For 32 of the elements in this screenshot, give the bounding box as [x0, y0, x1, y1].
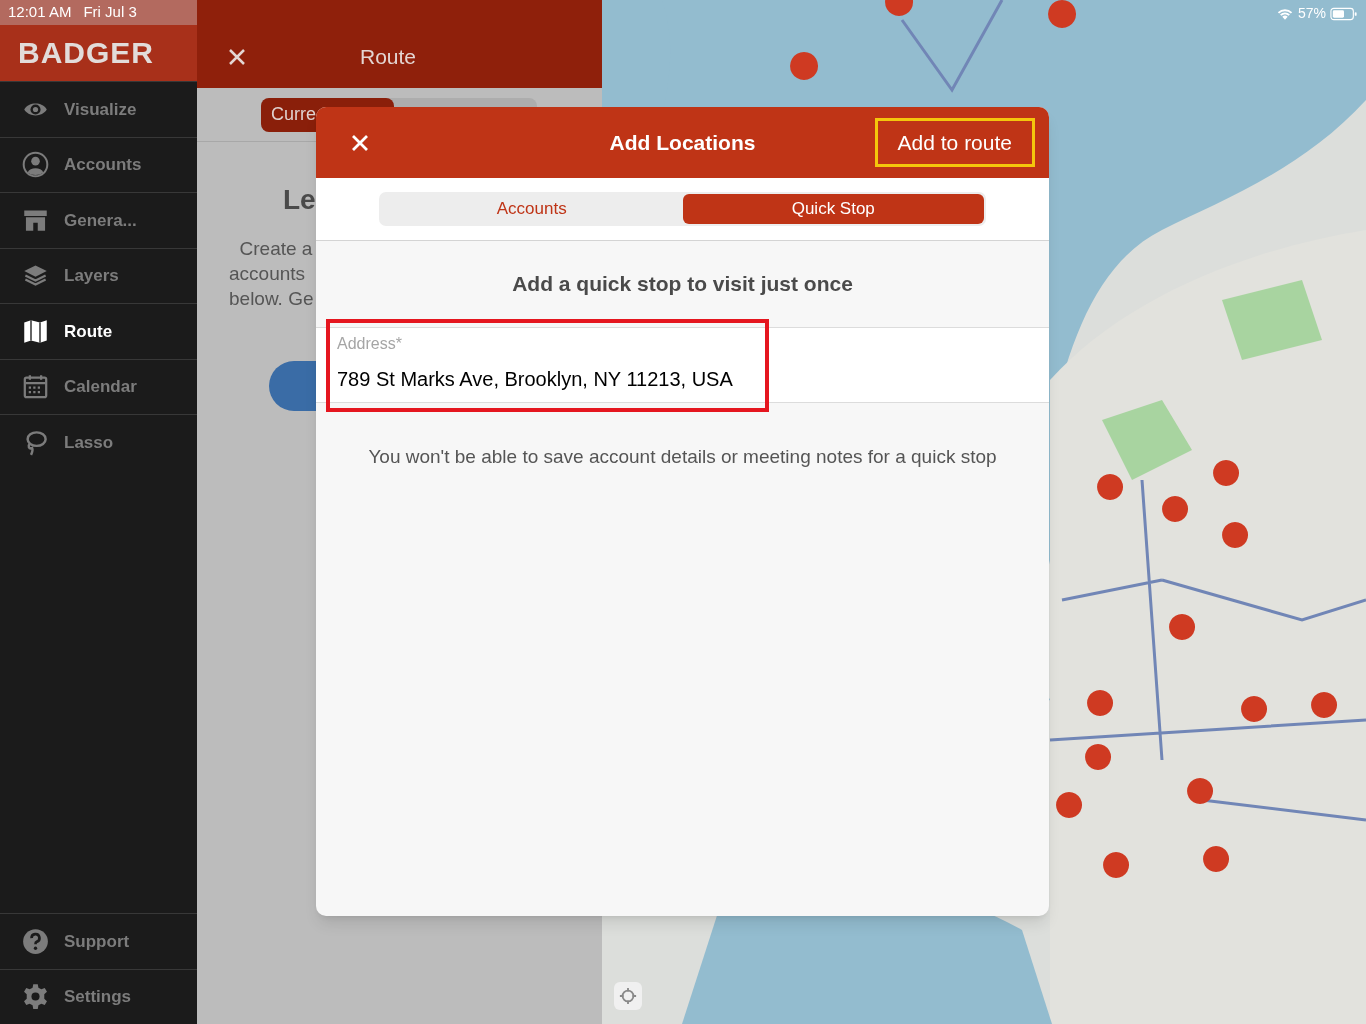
close-icon[interactable]	[227, 46, 247, 67]
battery-icon	[1330, 6, 1358, 21]
dialog-title: Add Locations	[609, 129, 756, 156]
sidebar-item[interactable]: Route	[0, 303, 197, 359]
logo: BADGER	[18, 38, 154, 68]
panel-heading: Le	[283, 186, 316, 214]
quick-stop-note: You won't be able to save account details or meeting notes for a quick stop	[367, 444, 998, 469]
locate-button[interactable]	[614, 982, 642, 1010]
panel-title: Route	[360, 43, 417, 70]
wifi-icon	[1275, 6, 1294, 21]
sidebar-item[interactable]: Support	[0, 913, 197, 969]
address-field[interactable]: Address* 789 St Marks Ave, Brooklyn, NY 11213, USA	[326, 318, 769, 412]
person-circle-icon	[22, 151, 49, 179]
sidebar-item[interactable]: Settings	[0, 968, 197, 1024]
crosshair-icon	[619, 987, 637, 1005]
status-time: 12:01 AM	[8, 2, 72, 23]
sidebar-item[interactable]: Genera...	[0, 192, 197, 248]
close-icon	[350, 132, 370, 153]
panel-description: Create a accounts below. Ge	[229, 237, 314, 311]
close-button[interactable]	[350, 132, 370, 153]
status-date: Fri Jul 3	[83, 2, 137, 23]
section-heading: Add a quick stop to visit just once	[511, 271, 854, 297]
folded-map-icon	[22, 317, 49, 345]
segment-tab[interactable]: Quick Stop	[682, 194, 984, 224]
help-icon	[22, 927, 49, 955]
calendar-icon	[22, 373, 49, 401]
segment-tab[interactable]: Accounts	[381, 194, 683, 224]
add-to-route-button[interactable]: Add to route	[874, 118, 1035, 167]
field-label: Address*	[337, 333, 403, 354]
battery-percent: 57%	[1297, 4, 1326, 23]
settings-icon	[22, 983, 49, 1011]
address-input[interactable]: 789 St Marks Ave, Brooklyn, NY 11213, USA	[337, 363, 762, 394]
